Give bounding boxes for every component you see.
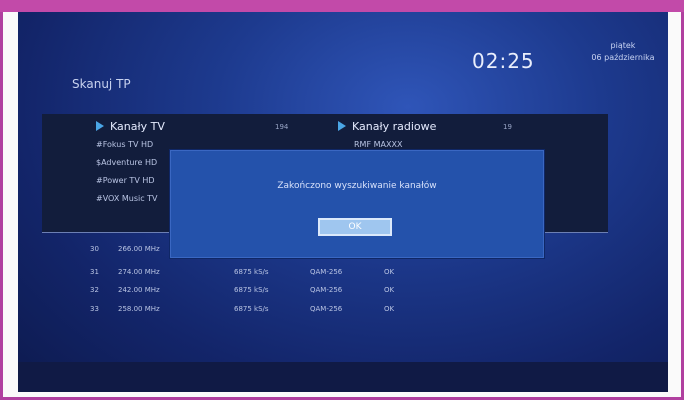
row-frequency: 242.00 MHz: [118, 286, 160, 294]
page-title: Skanuj TP: [72, 77, 131, 91]
radio-channels-header[interactable]: Kanały radiowe: [338, 120, 436, 133]
tv-channel-count: 194: [275, 123, 289, 131]
scan-complete-dialog: Zakończono wyszukiwanie kanałów OK: [170, 150, 544, 258]
row-modulation: QAM-256: [310, 268, 343, 276]
row-status: OK: [384, 268, 395, 276]
clock: 02:25: [472, 49, 535, 73]
row-number: 31: [90, 268, 99, 276]
row-frequency: 274.00 MHz: [118, 268, 160, 276]
row-symbol-rate: 6875 kS/s: [234, 286, 269, 294]
table-row: 33 258.00 MHz 6875 kS/s QAM-256 OK: [18, 305, 668, 325]
radio-channel-count: 19: [503, 123, 512, 131]
top-strip: [0, 0, 684, 12]
row-status: OK: [384, 286, 395, 294]
row-modulation: QAM-256: [310, 286, 343, 294]
row-symbol-rate: 6875 kS/s: [234, 305, 269, 313]
row-frequency: 266.00 MHz: [118, 245, 160, 253]
dialog-message: Zakończono wyszukiwanie kanałów: [277, 181, 437, 191]
play-arrow-icon: [338, 121, 346, 131]
tv-channels-label: Kanały TV: [110, 120, 165, 133]
date-display: piątek 06 października: [578, 40, 668, 64]
row-number: 32: [90, 286, 99, 294]
list-item[interactable]: #Power TV HD: [96, 176, 155, 185]
radio-channels-label: Kanały radiowe: [352, 120, 437, 133]
list-item[interactable]: RMF MAXXX: [354, 140, 402, 149]
list-item[interactable]: #VOX Music TV: [96, 194, 158, 203]
row-number: 30: [90, 245, 99, 253]
row-status: OK: [384, 305, 395, 313]
table-row: 31 274.00 MHz 6875 kS/s QAM-256 OK: [18, 268, 668, 288]
row-number: 33: [90, 305, 99, 313]
list-item[interactable]: #Fokus TV HD: [96, 140, 153, 149]
play-arrow-icon: [96, 121, 104, 131]
list-item[interactable]: $Adventure HD: [96, 158, 157, 167]
tv-screen: 02:25 piątek 06 października Skanuj TP K…: [18, 12, 668, 392]
ok-button[interactable]: OK: [318, 218, 392, 236]
row-frequency: 258.00 MHz: [118, 305, 160, 313]
table-row: 32 242.00 MHz 6875 kS/s QAM-256 OK: [18, 286, 668, 306]
day-label: piątek: [610, 41, 636, 50]
row-modulation: QAM-256: [310, 305, 343, 313]
bottom-bar: [18, 362, 668, 392]
date-label: 06 października: [591, 53, 655, 62]
row-symbol-rate: 6875 kS/s: [234, 268, 269, 276]
tv-channels-header[interactable]: Kanały TV: [96, 120, 165, 133]
